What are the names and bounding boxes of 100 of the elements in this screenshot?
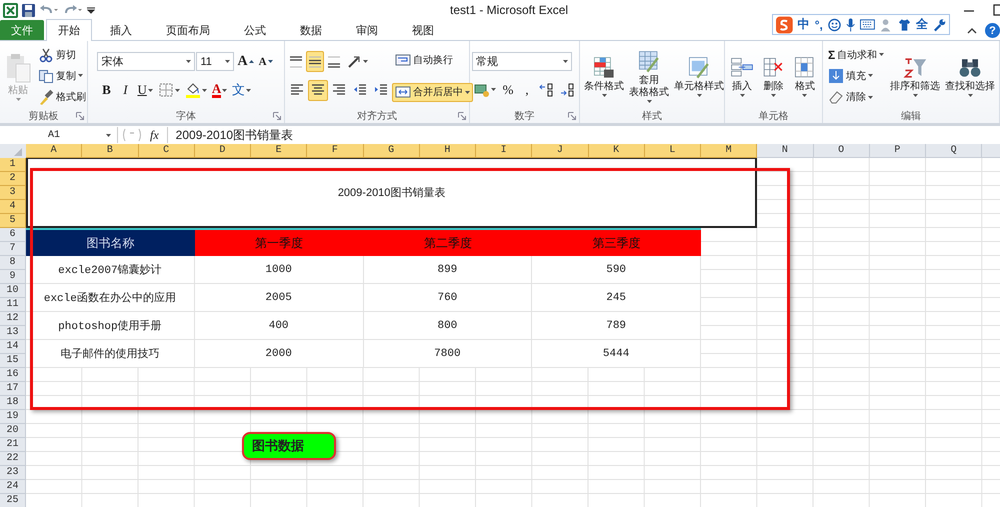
insert-function-button[interactable]: fx xyxy=(146,128,163,142)
row-header[interactable]: 8 xyxy=(0,256,26,270)
toolbar-button[interactable]: % xyxy=(499,79,517,100)
ribbon-button[interactable]: 格式刷 xyxy=(35,88,89,107)
wrench-icon[interactable] xyxy=(933,18,946,32)
row-header[interactable]: 19 xyxy=(0,410,26,424)
toolbar-button[interactable]: 文 xyxy=(230,80,254,101)
ribbon-button[interactable]: 套用 表格格式 xyxy=(627,48,671,104)
help-button[interactable]: ? xyxy=(985,23,1000,38)
row-header[interactable]: 12 xyxy=(0,312,26,326)
toolbar-button[interactable]: I xyxy=(116,80,134,101)
ribbon-tab[interactable]: 审阅 xyxy=(344,20,390,40)
column-header[interactable]: Q xyxy=(926,144,982,158)
ribbon-tab[interactable]: 开始 xyxy=(46,19,92,41)
ribbon-button[interactable]: 条件格式 xyxy=(582,54,626,98)
row-header[interactable]: 13 xyxy=(0,326,26,340)
row-header[interactable]: 17 xyxy=(0,382,26,396)
dropdown-field[interactable]: 11 xyxy=(196,52,234,72)
column-header[interactable]: O xyxy=(814,144,870,158)
dialog-launcher-icon[interactable] xyxy=(568,112,576,120)
column-header[interactable]: N xyxy=(757,144,814,158)
row-header[interactable]: 25 xyxy=(0,494,26,507)
ribbon-tab[interactable]: 公式 xyxy=(232,20,278,40)
column-header[interactable]: A xyxy=(26,144,82,158)
ribbon-tab[interactable]: 插入 xyxy=(98,20,144,40)
dialog-launcher-icon[interactable] xyxy=(76,112,84,120)
column-header[interactable]: B xyxy=(82,144,138,158)
column-header[interactable]: L xyxy=(644,144,701,158)
ribbon-button[interactable]: 剪切 xyxy=(35,45,79,64)
row-header[interactable]: 21 xyxy=(0,438,26,452)
ribbon-tab[interactable]: 视图 xyxy=(400,20,446,40)
row-header[interactable]: 5 xyxy=(0,214,26,228)
column-header[interactable]: K xyxy=(588,144,645,158)
toolbar-button[interactable] xyxy=(308,80,328,101)
row-header[interactable]: 15 xyxy=(0,354,26,368)
toolbar-button[interactable]: A xyxy=(235,51,256,72)
customize-icon[interactable] xyxy=(87,5,95,15)
ribbon-button[interactable]: 填充 xyxy=(825,66,876,86)
save-icon[interactable] xyxy=(22,4,35,16)
name-box[interactable]: A1 xyxy=(0,127,118,143)
dropdown-field[interactable]: 宋体 xyxy=(97,52,196,72)
toolbar-button[interactable]: A xyxy=(210,80,230,101)
ribbon-button[interactable]: 删除 xyxy=(758,54,788,98)
toolbar-button[interactable]: B xyxy=(97,80,116,101)
column-header[interactable]: F xyxy=(307,144,364,158)
column-header[interactable]: C xyxy=(138,144,195,158)
formula-field[interactable]: 2009-2010图书销量表 xyxy=(166,127,1000,143)
row-header[interactable]: 6 xyxy=(0,228,26,242)
shape-label[interactable]: 图书数据 xyxy=(242,432,336,460)
ime-logo-icon[interactable] xyxy=(776,16,793,34)
row-header[interactable]: 1 xyxy=(0,158,26,172)
row-header[interactable]: 20 xyxy=(0,424,26,438)
row-header[interactable]: 2 xyxy=(0,172,26,186)
ribbon-button[interactable]: 单元格样式 xyxy=(672,54,726,98)
dialog-launcher-icon[interactable] xyxy=(273,112,281,120)
row-header[interactable]: 14 xyxy=(0,340,26,354)
resize-handle-icon[interactable] xyxy=(122,128,142,142)
row-header[interactable]: 9 xyxy=(0,270,26,284)
app-icon[interactable] xyxy=(3,2,18,18)
toolbar-button[interactable]: U xyxy=(135,80,155,101)
maximize-icon[interactable] xyxy=(993,4,1000,16)
row-header[interactable]: 7 xyxy=(0,242,26,256)
row-header[interactable]: 18 xyxy=(0,396,26,410)
column-header[interactable]: M xyxy=(701,144,758,158)
row-header[interactable]: 10 xyxy=(0,284,26,298)
microphone-icon[interactable] xyxy=(846,18,856,32)
dropdown-field[interactable]: 常规 xyxy=(472,52,572,71)
ime-width[interactable]: 全 xyxy=(916,16,928,33)
ribbon-tab[interactable]: 数据 xyxy=(288,20,334,40)
file-tab[interactable]: 文件 xyxy=(0,20,44,40)
row-header[interactable]: 24 xyxy=(0,480,26,494)
column-header[interactable]: P xyxy=(870,144,926,158)
column-header[interactable]: J xyxy=(532,144,588,158)
column-header[interactable]: I xyxy=(476,144,532,158)
column-header[interactable]: D xyxy=(194,144,251,158)
ime-mode[interactable]: 中 xyxy=(798,16,810,33)
row-header[interactable]: 4 xyxy=(0,200,26,214)
ribbon-button[interactable]: 清除 xyxy=(825,88,876,107)
column-header[interactable]: G xyxy=(364,144,420,158)
column-header[interactable]: E xyxy=(251,144,308,158)
toolbar-button[interactable]: A xyxy=(256,51,275,72)
column-header[interactable]: H xyxy=(420,144,476,158)
ime-punctuation[interactable]: °, xyxy=(814,18,823,32)
dialog-launcher-icon[interactable] xyxy=(458,112,466,120)
row-header[interactable]: 16 xyxy=(0,368,26,382)
ribbon-tab[interactable]: 页面布局 xyxy=(154,20,222,40)
row-header[interactable]: 3 xyxy=(0,186,26,200)
ribbon-button[interactable]: 查找和选择 xyxy=(943,54,998,98)
ribbon-button[interactable]: 复制 xyxy=(35,66,86,86)
toolbar-button[interactable]: , xyxy=(518,79,536,100)
ribbon-button[interactable]: 插入 xyxy=(727,54,758,98)
smiley-icon[interactable] xyxy=(828,18,841,32)
row-header[interactable]: 11 xyxy=(0,298,26,312)
shirt-icon[interactable] xyxy=(898,18,911,32)
row-header[interactable]: 23 xyxy=(0,466,26,480)
ribbon-button[interactable]: Σ 自动求和 xyxy=(825,45,888,64)
row-header[interactable]: 22 xyxy=(0,452,26,466)
toolbar-button[interactable] xyxy=(306,51,324,72)
collapse-ribbon-icon[interactable] xyxy=(967,27,977,34)
ribbon-button[interactable]: 格式 xyxy=(790,54,820,98)
